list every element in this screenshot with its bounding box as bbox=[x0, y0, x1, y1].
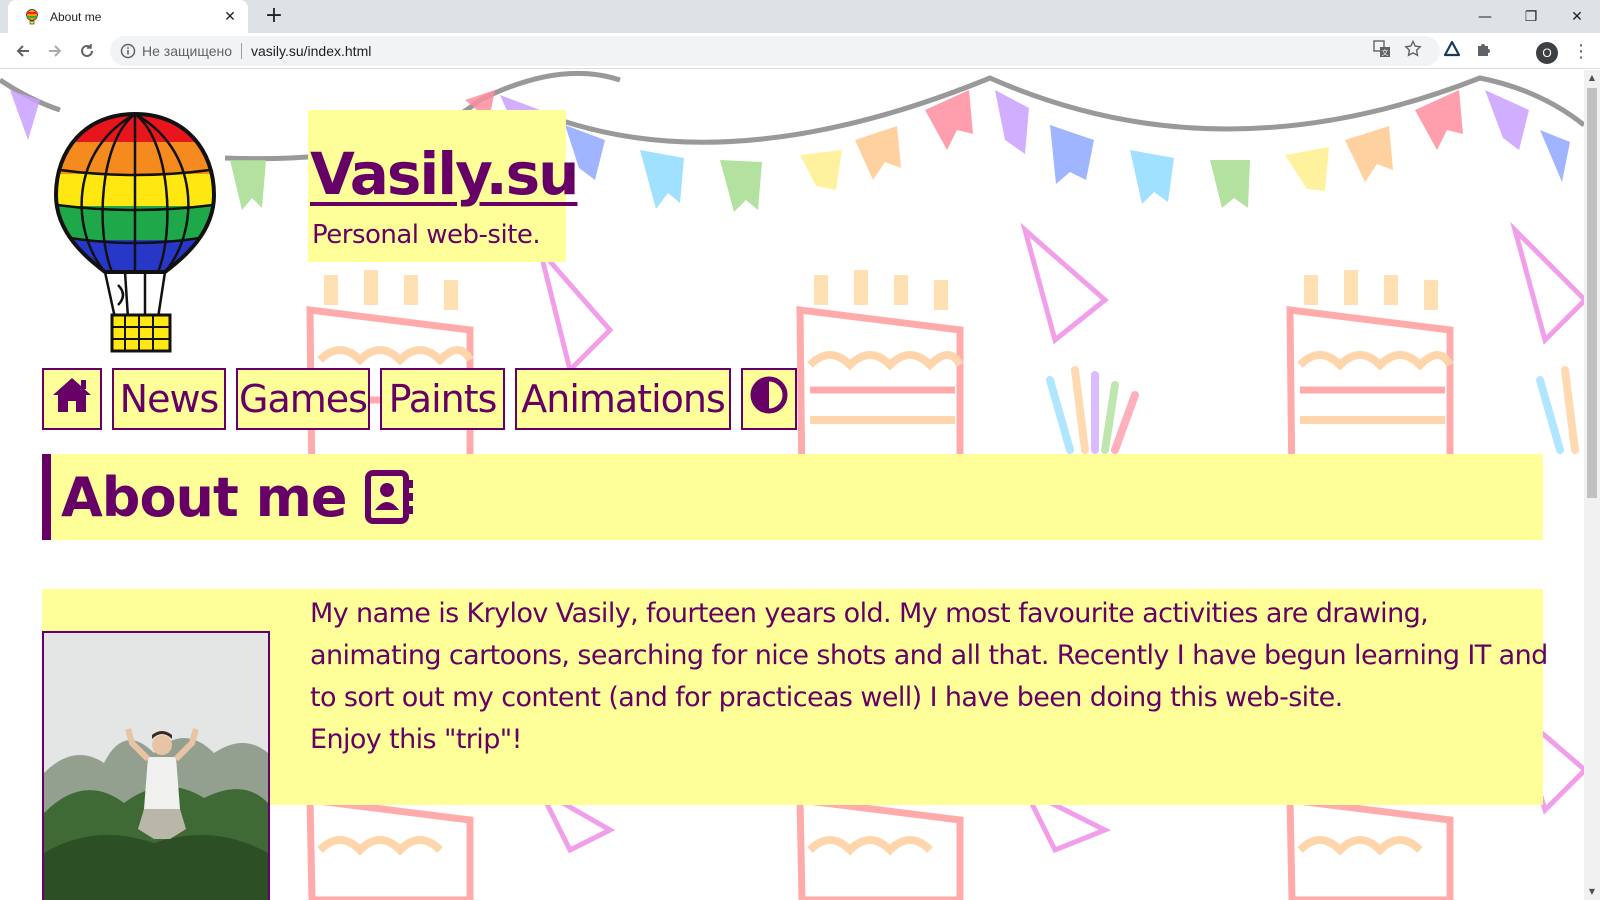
back-arrow-icon[interactable] bbox=[11, 39, 35, 63]
omnibox-divider bbox=[241, 43, 242, 59]
tab-title: About me bbox=[50, 9, 102, 24]
contrast-icon bbox=[749, 375, 789, 424]
url-text[interactable]: vasily.su/index.html bbox=[251, 43, 371, 59]
page-scrollbar[interactable]: ▲ ▼ bbox=[1584, 70, 1600, 900]
site-subtitle: Personal web-site. bbox=[312, 220, 541, 250]
extension-triangle-icon[interactable] bbox=[1443, 40, 1461, 58]
hot-air-balloon-logo bbox=[53, 111, 217, 353]
scroll-down-arrow-icon[interactable]: ▼ bbox=[1584, 884, 1600, 900]
restore-button[interactable]: ❐ bbox=[1508, 0, 1554, 33]
home-icon bbox=[50, 375, 94, 424]
about-section-header: About me bbox=[42, 454, 1543, 540]
about-heading: About me bbox=[61, 465, 347, 529]
nav-animations[interactable]: Animations bbox=[515, 368, 731, 430]
about-text: My name is Krylov Vasily, fourteen years… bbox=[310, 593, 1550, 761]
profile-avatar[interactable]: O bbox=[1536, 42, 1558, 64]
info-icon[interactable] bbox=[120, 43, 136, 59]
site-title-link[interactable]: Vasily.su bbox=[310, 140, 579, 208]
page-viewport: Vasily.su Personal web-site. News Games … bbox=[0, 70, 1584, 900]
tab-strip: About me ✕ + — ❐ ✕ bbox=[0, 0, 1600, 33]
bookmark-star-icon[interactable] bbox=[1404, 40, 1422, 58]
forward-arrow-icon[interactable] bbox=[43, 39, 67, 63]
site-header: Vasily.su Personal web-site. bbox=[308, 110, 579, 262]
nav-theme-toggle[interactable] bbox=[741, 368, 797, 430]
minimize-button[interactable]: — bbox=[1462, 0, 1508, 33]
browser-toolbar: Не защищено vasily.su/index.html 文 bbox=[0, 33, 1600, 69]
tab-close-icon[interactable]: ✕ bbox=[222, 9, 238, 25]
about-paragraph: My name is Krylov Vasily, fourteen years… bbox=[310, 598, 1548, 713]
close-window-button[interactable]: ✕ bbox=[1554, 0, 1600, 33]
menu-dots-icon[interactable]: ⋮ bbox=[1572, 40, 1590, 64]
translate-icon[interactable]: 文 bbox=[1373, 40, 1391, 58]
nav-games[interactable]: Games bbox=[236, 368, 370, 430]
security-status: Не защищено bbox=[142, 43, 232, 59]
nav-paints[interactable]: Paints bbox=[380, 368, 505, 430]
nav-home-button[interactable] bbox=[42, 368, 102, 430]
balloon-favicon-icon bbox=[24, 8, 40, 25]
nav-news[interactable]: News bbox=[112, 368, 226, 430]
scroll-up-arrow-icon[interactable]: ▲ bbox=[1584, 70, 1600, 86]
browser-tab[interactable]: About me ✕ bbox=[8, 0, 248, 33]
profile-photo bbox=[42, 631, 270, 900]
about-closing: Enjoy this "trip"! bbox=[310, 724, 522, 755]
reload-icon[interactable] bbox=[75, 39, 99, 63]
scrollbar-thumb[interactable] bbox=[1587, 88, 1597, 498]
extensions-puzzle-icon[interactable] bbox=[1475, 40, 1493, 58]
address-bar[interactable]: Не защищено vasily.su/index.html bbox=[110, 36, 1440, 66]
svg-text:文: 文 bbox=[1382, 48, 1389, 57]
contact-card-icon bbox=[364, 470, 415, 524]
new-tab-button[interactable]: + bbox=[262, 4, 286, 28]
